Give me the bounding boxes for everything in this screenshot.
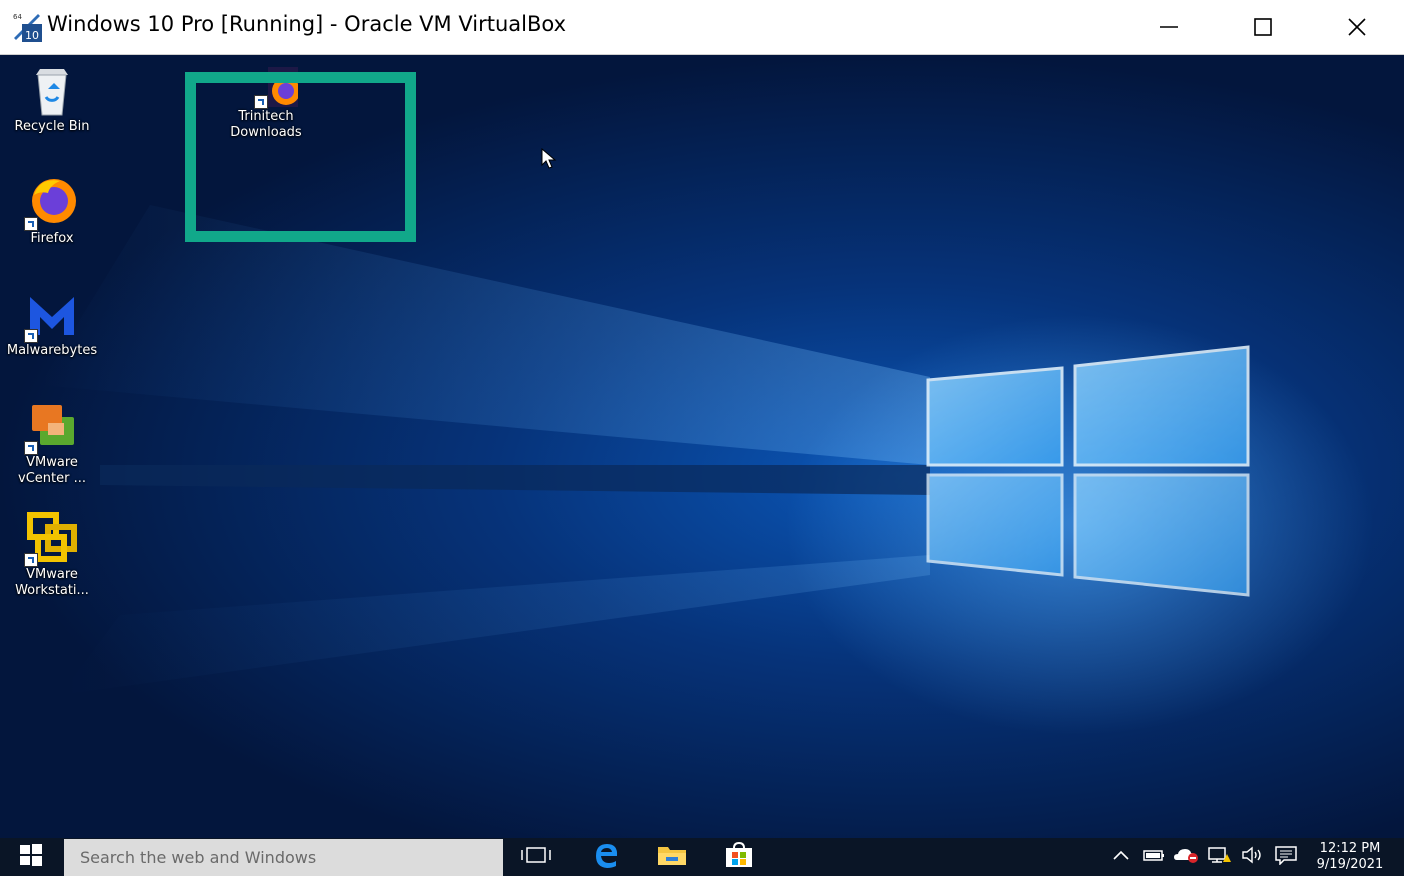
network-tray-button[interactable] <box>1206 838 1234 876</box>
minimize-button[interactable] <box>1122 0 1216 54</box>
desktop-icon-label: Malwarebytes <box>6 343 98 358</box>
edge-icon <box>592 842 620 873</box>
onedrive-tray-button[interactable] <box>1172 838 1200 876</box>
network-icon <box>1207 846 1233 869</box>
window-title: Windows 10 Pro [Running] - Oracle VM Vir… <box>47 12 566 36</box>
search-placeholder: Search the web and Windows <box>80 848 317 867</box>
clock-time: 12:12 PM <box>1319 841 1381 856</box>
task-view-icon <box>521 846 551 869</box>
maximize-icon <box>1253 17 1273 37</box>
malwarebytes-icon <box>20 287 84 343</box>
vmware-vcenter-icon <box>20 399 84 455</box>
clock-date: 9/19/2021 <box>1316 857 1384 872</box>
shortcut-arrow-icon <box>24 441 38 455</box>
svg-text:10: 10 <box>25 29 39 42</box>
battery-tray-button[interactable] <box>1140 838 1168 876</box>
desktop-icon-label: VMware Workstati... <box>15 567 89 598</box>
svg-text:64: 64 <box>13 13 22 21</box>
desktop-icon-label: VMware vCenter ... <box>18 455 86 486</box>
close-icon <box>1347 17 1367 37</box>
store-icon <box>724 841 754 873</box>
windows-logo-icon <box>20 843 42 871</box>
task-view-button[interactable] <box>506 838 566 876</box>
store-button[interactable] <box>709 838 769 876</box>
taskbar-search-box[interactable]: Search the web and Windows <box>64 839 503 876</box>
onedrive-icon <box>1173 847 1199 868</box>
window-title-bar: 10 64 Windows 10 Pro [Running] - Oracle … <box>0 0 1404 55</box>
minimize-icon <box>1159 17 1179 37</box>
maximize-button[interactable] <box>1216 0 1310 54</box>
desktop-icon-label: Firefox <box>30 231 74 246</box>
volume-icon <box>1241 846 1267 869</box>
annotation-highlight-box <box>185 72 416 242</box>
close-button[interactable] <box>1310 0 1404 54</box>
edge-button[interactable] <box>576 838 636 876</box>
desktop[interactable]: Recycle Bin Firefox Malwarebytes VMware … <box>0 55 1404 838</box>
desktop-icon-vmware-workstation[interactable]: VMware Workstati... <box>0 511 104 599</box>
taskbar-clock[interactable]: 12:12 PM 9/19/2021 <box>1302 841 1398 873</box>
chevron-up-icon <box>1112 848 1130 866</box>
start-button[interactable] <box>0 838 62 876</box>
file-explorer-button[interactable] <box>642 838 702 876</box>
desktop-icon-label: Recycle Bin <box>14 119 90 134</box>
shortcut-arrow-icon <box>24 217 38 231</box>
desktop-icon-firefox[interactable]: Firefox <box>0 175 104 247</box>
virtualbox-icon: 10 64 <box>10 10 43 43</box>
shortcut-arrow-icon <box>24 329 38 343</box>
vmware-workstation-icon <box>20 511 84 567</box>
file-explorer-icon <box>657 843 687 872</box>
taskbar: Search the web and Windows 12:12 PM 9/19… <box>0 838 1404 876</box>
volume-tray-button[interactable] <box>1240 838 1268 876</box>
desktop-icon-vmware-vcenter[interactable]: VMware vCenter ... <box>0 399 104 487</box>
desktop-icon-malwarebytes[interactable]: Malwarebytes <box>0 287 104 359</box>
battery-icon <box>1142 848 1166 867</box>
action-center-button[interactable] <box>1272 838 1300 876</box>
shortcut-arrow-icon <box>24 553 38 567</box>
mouse-cursor-icon <box>541 147 559 175</box>
desktop-icon-recycle-bin[interactable]: Recycle Bin <box>0 63 104 135</box>
show-hidden-icons-button[interactable] <box>1108 838 1134 876</box>
recycle-bin-icon <box>20 63 84 119</box>
action-center-icon <box>1274 845 1298 870</box>
firefox-icon <box>20 175 84 231</box>
